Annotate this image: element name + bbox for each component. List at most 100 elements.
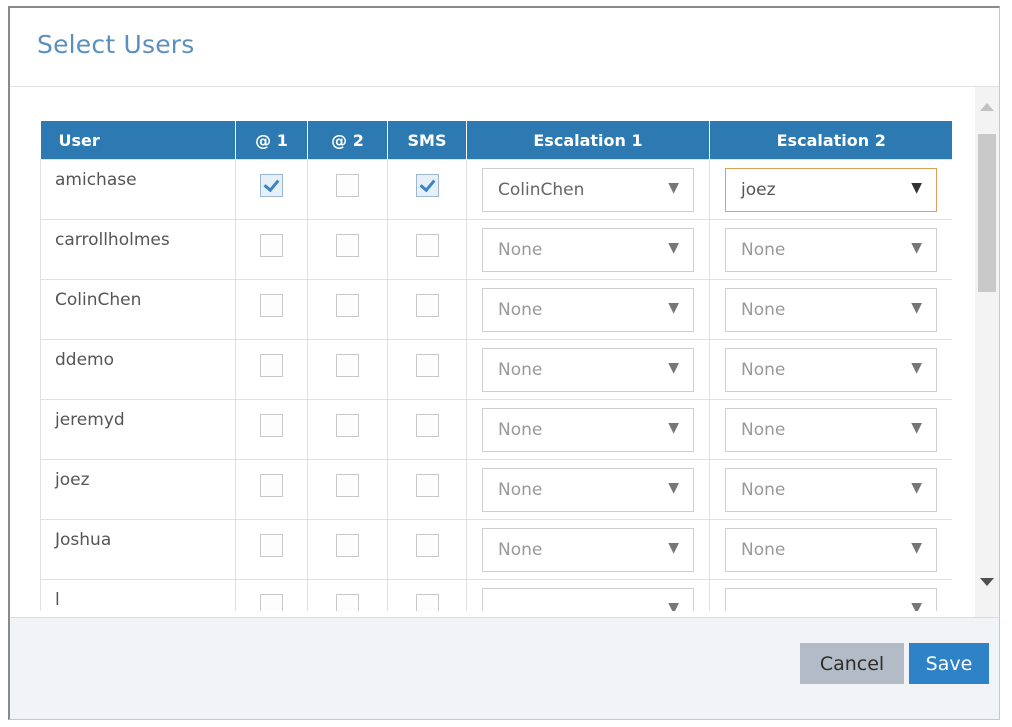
table-row: jeremyd None ▼ None ▼ <box>40 399 952 460</box>
dialog-header: Select Users <box>10 8 999 87</box>
scroll-up-arrow-icon[interactable] <box>980 103 994 111</box>
save-button[interactable]: Save <box>909 643 989 684</box>
escalation1-selected-value: None <box>498 359 543 380</box>
dropdown-arrow-icon: ▼ <box>911 299 922 316</box>
escalation1-select[interactable]: None ▼ <box>482 407 694 452</box>
escalation2-select[interactable]: None ▼ <box>725 347 937 392</box>
at2-checkbox[interactable] <box>336 354 359 377</box>
scroll-down-arrow-icon[interactable] <box>980 578 994 586</box>
dropdown-arrow-icon: ▼ <box>668 239 679 256</box>
table-row: amichase ColinChen ▼ joez ▼ <box>40 159 952 220</box>
vertical-scrollbar[interactable] <box>975 87 999 617</box>
escalation2-selected-value: None <box>741 359 786 380</box>
at1-checkbox[interactable] <box>260 414 283 437</box>
escalation2-select[interactable]: None ▼ <box>725 527 937 572</box>
cancel-button[interactable]: Cancel <box>800 643 904 684</box>
sms-checkbox[interactable] <box>415 474 439 497</box>
at1-checkbox[interactable] <box>260 354 283 377</box>
at1-cell <box>235 279 308 340</box>
escalation1-select[interactable]: None ▼ <box>482 287 694 332</box>
sms-checkbox[interactable] <box>415 594 439 611</box>
sms-cell <box>387 459 467 520</box>
dropdown-arrow-icon: ▼ <box>668 419 679 436</box>
at1-cell <box>235 339 308 400</box>
at2-checkbox[interactable] <box>336 594 359 611</box>
escalation2-select[interactable]: None ▼ <box>725 467 937 512</box>
scroll-thumb[interactable] <box>978 134 996 292</box>
sms-checkbox[interactable] <box>415 534 439 557</box>
at2-checkbox[interactable] <box>336 414 359 437</box>
at2-cell <box>307 459 388 520</box>
user-name-cell: l <box>40 579 236 611</box>
user-name-cell: carrollholmes <box>40 219 236 280</box>
at2-checkbox[interactable] <box>336 174 359 197</box>
dialog-title: Select Users <box>37 30 195 59</box>
escalation1-select[interactable]: None ▼ <box>482 527 694 572</box>
dialog-footer: Cancel Save <box>10 617 999 719</box>
at1-checkbox[interactable] <box>260 594 283 611</box>
at2-cell <box>307 579 388 611</box>
escalation2-select[interactable]: joez ▼ <box>725 167 937 212</box>
escalation2-cell: None ▼ <box>709 279 952 340</box>
sms-cell <box>387 279 467 340</box>
dropdown-arrow-icon: ▼ <box>911 479 922 496</box>
at2-checkbox[interactable] <box>336 294 359 317</box>
escalation1-select[interactable]: None ▼ <box>482 347 694 392</box>
escalation2-selected-value: None <box>741 539 786 560</box>
at2-checkbox[interactable] <box>336 234 359 257</box>
user-name-cell: Joshua <box>40 519 236 580</box>
escalation2-select[interactable]: None ▼ <box>725 407 937 452</box>
escalation1-cell: ▼ <box>466 579 710 612</box>
escalation2-select[interactable]: ▼ <box>725 587 937 611</box>
at1-checkbox[interactable] <box>260 294 283 317</box>
escalation1-select[interactable]: None ▼ <box>482 227 694 272</box>
escalation1-select[interactable]: ▼ <box>482 587 694 612</box>
escalation2-select[interactable]: None ▼ <box>725 287 937 332</box>
at1-checkbox[interactable] <box>260 234 283 257</box>
dropdown-arrow-icon: ▼ <box>668 599 679 612</box>
sms-checkbox[interactable] <box>415 414 439 437</box>
at2-cell <box>307 519 388 580</box>
escalation1-selected-value: None <box>498 539 543 560</box>
escalation1-cell: None ▼ <box>466 279 710 340</box>
at2-checkbox[interactable] <box>336 534 359 557</box>
at2-checkbox[interactable] <box>336 474 359 497</box>
table-row: carrollholmes None ▼ None ▼ <box>40 219 952 280</box>
at1-checkbox[interactable] <box>260 174 283 197</box>
escalation1-select[interactable]: None ▼ <box>482 467 694 512</box>
sms-checkbox[interactable] <box>415 174 439 197</box>
dropdown-arrow-icon: ▼ <box>911 239 922 256</box>
table-row: l ▼ ▼ <box>40 579 952 612</box>
column-header-at2: @ 2 <box>307 121 388 160</box>
escalation1-selected-value: None <box>498 419 543 440</box>
escalation2-cell: None ▼ <box>709 339 952 400</box>
user-name-cell: amichase <box>40 159 236 220</box>
users-table: User @ 1 @ 2 SMS Escalation 1 Escalation… <box>40 121 952 611</box>
sms-checkbox[interactable] <box>415 294 439 317</box>
at1-checkbox[interactable] <box>260 474 283 497</box>
escalation2-cell: None ▼ <box>709 399 952 460</box>
escalation2-selected-value: None <box>741 419 786 440</box>
escalation2-select[interactable]: None ▼ <box>725 227 937 272</box>
at1-cell <box>235 219 308 280</box>
sms-checkbox[interactable] <box>415 234 439 257</box>
escalation1-selected-value: None <box>498 239 543 260</box>
sms-checkbox[interactable] <box>415 354 439 377</box>
dropdown-arrow-icon: ▼ <box>668 359 679 376</box>
sms-cell <box>387 339 467 400</box>
users-table-container: User @ 1 @ 2 SMS Escalation 1 Escalation… <box>40 121 952 611</box>
column-header-user: User <box>40 121 236 160</box>
table-row: ddemo None ▼ None ▼ <box>40 339 952 400</box>
escalation1-selected-value: None <box>498 299 543 320</box>
at1-checkbox[interactable] <box>260 534 283 557</box>
escalation1-select[interactable]: ColinChen ▼ <box>482 167 694 212</box>
user-name-cell: joez <box>40 459 236 520</box>
table-row: ColinChen None ▼ None ▼ <box>40 279 952 340</box>
sms-cell <box>387 519 467 580</box>
dropdown-arrow-icon: ▼ <box>668 299 679 316</box>
sms-cell <box>387 399 467 460</box>
escalation2-cell: None ▼ <box>709 519 952 580</box>
escalation1-cell: None ▼ <box>466 399 710 460</box>
at2-cell <box>307 339 388 400</box>
table-body: amichase ColinChen ▼ joez ▼ carrollholmes None… <box>40 159 952 612</box>
